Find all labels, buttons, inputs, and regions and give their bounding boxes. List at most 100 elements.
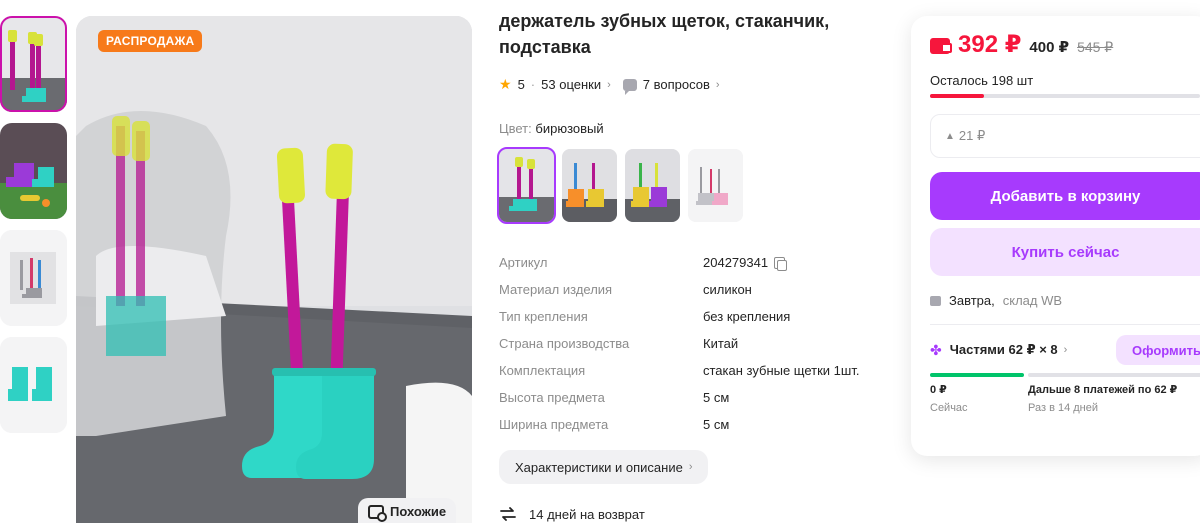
- swatch-image: [688, 149, 743, 222]
- spec-key: Ширина предмета: [499, 417, 609, 432]
- swatch-image: [625, 149, 680, 222]
- spec-key: Высота предмета: [499, 390, 605, 405]
- specs-table: Артикул 204279341 Материал изделия силик…: [499, 249, 889, 438]
- spec-row: Тип крепления без крепления: [499, 303, 889, 330]
- thumbnail-image: [0, 16, 67, 112]
- installments-row: ✤ Частями 62 ₽ × 8 › Оформить: [930, 335, 1200, 365]
- swatch-image: [499, 149, 554, 222]
- dot-separator: ·: [530, 77, 536, 92]
- product-title: держатель зубных щеток, стаканчик, подст…: [499, 11, 830, 57]
- installments-button[interactable]: Оформить: [1116, 335, 1200, 365]
- question-icon: [622, 78, 637, 95]
- rating-row: ★ 5 · 53 оценки › 7 вопросов ›: [499, 76, 889, 95]
- installment-now-amount: 0 ₽: [930, 384, 947, 396]
- spec-key: Комплектация: [499, 363, 586, 378]
- stock-bar: [930, 94, 1200, 98]
- regular-price: 400 ₽: [1029, 39, 1070, 56]
- add-to-cart-button[interactable]: Добавить в корзину: [930, 172, 1200, 220]
- spec-value: 5 см: [703, 417, 730, 432]
- stock-text: Осталось 198 шт: [930, 73, 1034, 88]
- spec-row: Высота предмета 5 см: [499, 384, 889, 411]
- installment-bar-now: [930, 373, 1024, 377]
- spec-value: без крепления: [703, 309, 791, 324]
- product-info: держатель зубных щеток, стаканчик, подст…: [497, 8, 889, 522]
- delivery-when: Завтра,: [949, 293, 995, 308]
- spec-value: 5 см: [703, 390, 730, 405]
- spec-row: Артикул 204279341: [499, 249, 889, 276]
- box-icon: [930, 295, 941, 306]
- spec-row: Комплектация стакан зубные щетки 1шт.: [499, 357, 889, 384]
- color-swatch-orange[interactable]: [562, 149, 617, 222]
- thumbnail-image: [0, 337, 67, 433]
- buy-now-button[interactable]: Купить сейчас: [930, 228, 1200, 276]
- buy-card: 392 ₽ 400 ₽ 545 ₽ Осталось 198 шт ▲ 21 ₽…: [911, 16, 1200, 456]
- similar-icon: [368, 504, 387, 522]
- copy-icon[interactable]: [774, 256, 788, 271]
- article-number: 204279341: [703, 255, 769, 270]
- installment-now: 0 ₽ Сейчас: [930, 383, 1028, 414]
- thumbnail-image: [0, 230, 67, 326]
- installments-schedule: 0 ₽ Сейчас Дальше 8 платежей по 62 ₽ Раз…: [930, 383, 1200, 414]
- similar-label: Похожие: [390, 504, 447, 519]
- swatch-image: [562, 149, 617, 222]
- spec-row: Ширина предмета 5 см: [499, 411, 889, 438]
- chevron-right-icon: ›: [1063, 344, 1068, 356]
- thumbnail-2[interactable]: [0, 123, 67, 219]
- discount-value: 21 ₽: [958, 128, 986, 143]
- return-info: 14 дней на возврат: [499, 506, 889, 522]
- color-swatch-purple[interactable]: [625, 149, 680, 222]
- return-text: 14 дней на возврат: [529, 506, 645, 522]
- installments-label[interactable]: Частями 62 ₽ × 8: [950, 342, 1058, 358]
- delivery-warehouse: склад WB: [1002, 293, 1063, 308]
- main-product-image[interactable]: РАСПРОДАЖА Похожие: [76, 16, 472, 523]
- old-price: 545 ₽: [1077, 39, 1114, 55]
- installment-bar-rest: [1028, 373, 1200, 377]
- sale-badge: РАСПРОДАЖА: [98, 30, 203, 52]
- installments-progress: [930, 373, 1200, 377]
- rating-value: 5: [517, 77, 525, 92]
- price-row: 392 ₽ 400 ₽ 545 ₽: [930, 30, 1200, 59]
- spec-value: 204279341: [703, 255, 788, 271]
- wallet-icon: [930, 38, 952, 54]
- thumbnail-4[interactable]: [0, 337, 67, 433]
- triangle-up-icon: ▲: [945, 130, 955, 142]
- spec-row: Страна производства Китай: [499, 330, 889, 357]
- spec-row: Материал изделия силикон: [499, 276, 889, 303]
- spec-value: стакан зубные щетки 1шт.: [703, 363, 860, 378]
- characteristics-label: Характеристики и описание: [515, 459, 683, 475]
- stock-bar-fill: [930, 94, 984, 98]
- spec-key: Тип крепления: [499, 309, 588, 324]
- chevron-right-icon: ›: [715, 78, 720, 91]
- divider: [930, 324, 1200, 325]
- installment-rest-label: Раз в 14 дней: [1028, 402, 1099, 414]
- characteristics-button[interactable]: Характеристики и описание ›: [499, 450, 709, 484]
- color-swatch-gray[interactable]: [688, 149, 743, 222]
- similar-button[interactable]: Похожие: [358, 498, 457, 523]
- return-arrows-icon: [500, 507, 516, 521]
- spec-key: Страна производства: [499, 336, 630, 351]
- thumbnail-image: [0, 123, 67, 219]
- star-icon: ★: [499, 76, 512, 92]
- color-swatches: [497, 147, 889, 224]
- color-value: бирюзовый: [535, 121, 604, 136]
- thumbnail-3[interactable]: [0, 230, 67, 326]
- thumbnail-1[interactable]: [0, 16, 67, 112]
- color-swatch-turquoise[interactable]: [497, 147, 556, 224]
- thumbnail-list: [0, 16, 70, 444]
- chevron-right-icon: ›: [688, 461, 693, 473]
- installment-now-label: Сейчас: [930, 402, 968, 414]
- installment-rest-amount: Дальше 8 платежей по 62 ₽: [1028, 384, 1178, 396]
- chevron-right-icon: ›: [607, 78, 611, 91]
- delivery-info: Завтра, склад WB: [930, 293, 1200, 308]
- installment-rest: Дальше 8 платежей по 62 ₽ Раз в 14 дней: [1028, 383, 1177, 414]
- reviews-link[interactable]: 53 оценки: [541, 77, 601, 92]
- installments-icon: ✤: [930, 341, 942, 358]
- color-line: Цвет: бирюзовый: [499, 121, 889, 136]
- discount-field[interactable]: ▲ 21 ₽ ×: [930, 114, 1200, 158]
- spec-value: Китай: [703, 336, 739, 351]
- questions-link[interactable]: 7 вопросов: [643, 77, 710, 92]
- wallet-price: 392 ₽: [958, 31, 1022, 58]
- spec-value: силикон: [703, 282, 752, 297]
- product-photo: [76, 16, 472, 523]
- spec-key: Материал изделия: [499, 282, 613, 297]
